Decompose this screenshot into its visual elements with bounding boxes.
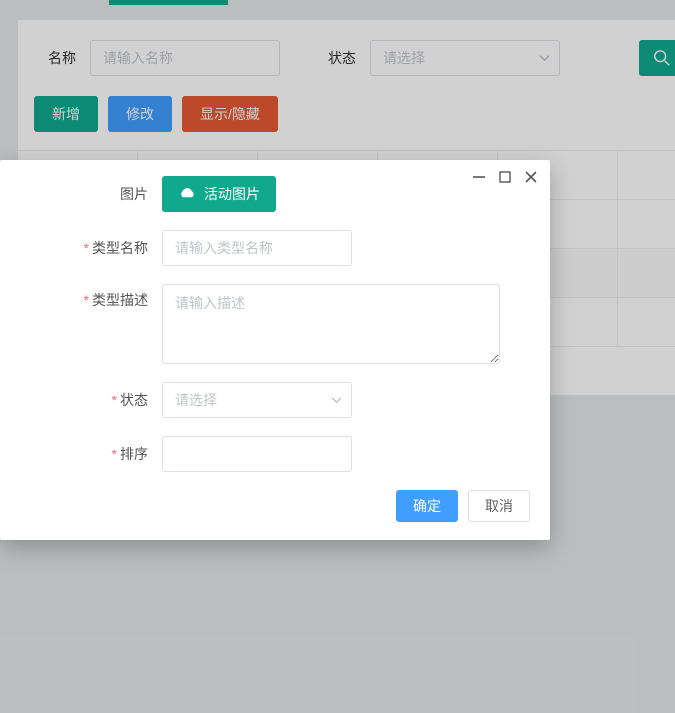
form-row-sort: *排序 — [20, 436, 530, 472]
cloud-upload-icon — [178, 187, 196, 201]
modal-status-label: *状态 — [20, 390, 148, 410]
form-row-type-name: *类型名称 — [20, 230, 530, 266]
minimize-icon[interactable] — [472, 170, 486, 184]
modal-dialog: 图片 活动图片 *类型名称 *类型描述 *状态 请选择 *排序 — [0, 160, 550, 540]
type-name-label: *类型名称 — [20, 238, 148, 258]
form-row-image: 图片 活动图片 — [20, 176, 530, 212]
close-icon[interactable] — [524, 170, 538, 184]
chevron-down-icon — [331, 395, 342, 406]
modal-status-display: 请选择 — [162, 382, 352, 418]
image-label: 图片 — [20, 184, 148, 204]
modal-controls — [472, 170, 538, 184]
sort-label: *排序 — [20, 444, 148, 464]
type-name-input[interactable] — [162, 230, 352, 266]
form-row-type-desc: *类型描述 — [20, 284, 530, 364]
maximize-icon[interactable] — [498, 170, 512, 184]
ok-button[interactable]: 确定 — [396, 490, 458, 522]
type-desc-label: *类型描述 — [20, 284, 148, 310]
sort-input[interactable] — [162, 436, 352, 472]
modal-status-select[interactable]: 请选择 — [162, 382, 352, 418]
upload-button[interactable]: 活动图片 — [162, 176, 276, 212]
cancel-button[interactable]: 取消 — [468, 490, 530, 522]
upload-button-label: 活动图片 — [204, 184, 260, 204]
modal-footer: 确定 取消 — [20, 490, 530, 522]
form-row-status: *状态 请选择 — [20, 382, 530, 418]
type-desc-textarea[interactable] — [162, 284, 500, 364]
